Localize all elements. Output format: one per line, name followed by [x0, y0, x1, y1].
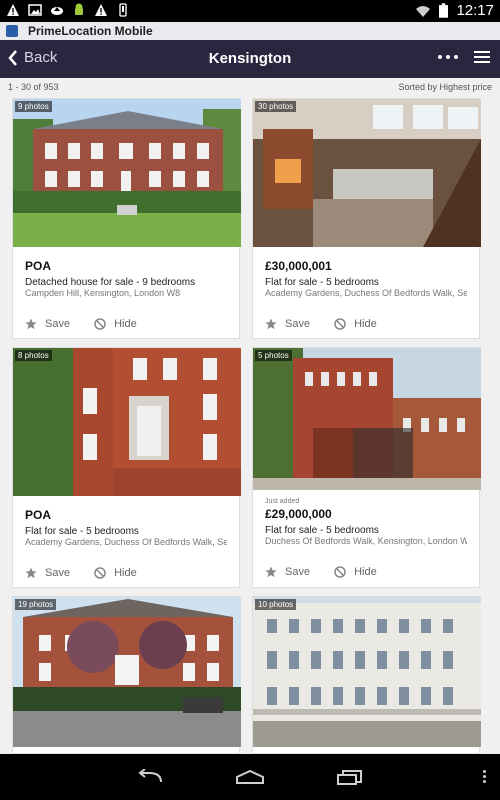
hide-button[interactable]: Hide: [94, 318, 137, 330]
system-nav-bar: [0, 754, 500, 800]
house-photo-image: [13, 99, 241, 247]
hide-label: Hide: [354, 566, 377, 578]
building-photo-image: [13, 348, 241, 496]
notification-icons: [6, 3, 130, 17]
hide-icon: [94, 318, 106, 330]
hide-label: Hide: [114, 318, 137, 330]
listing-type: Flat for sale - 5 bedrooms: [265, 525, 379, 536]
listing-photo[interactable]: 8 photos: [13, 348, 241, 496]
listing-card[interactable]: 5 photos Just added £29,000,000 Flat for…: [252, 347, 481, 588]
listing-price: £29,000,000: [265, 507, 332, 521]
listing-card[interactable]: 10 photos: [252, 596, 481, 754]
street-photo-image: [253, 348, 481, 490]
listing-price: £30,000,001: [265, 259, 332, 273]
just-added-label: Just added: [265, 498, 300, 505]
warning-icon: [95, 4, 107, 16]
listing-card[interactable]: 30 photos £30,000,001 Flat for sale - 5 …: [252, 98, 481, 339]
results-bar: 1 - 30 of 953 Sorted by Highest price: [0, 78, 500, 96]
app-title-bar: PrimeLocation Mobile: [0, 22, 500, 41]
listing-photo[interactable]: 19 photos: [13, 597, 241, 747]
hide-icon: [94, 567, 106, 579]
listing-address: Academy Gardens, Duchess Of Bedfords Wal…: [265, 288, 467, 298]
photo-count-badge: 5 photos: [255, 350, 292, 361]
hide-label: Hide: [114, 567, 137, 579]
hide-icon: [334, 566, 346, 578]
photo-count-badge: 10 photos: [255, 599, 297, 610]
app-logo-icon: [6, 25, 18, 37]
warning-icon: [7, 4, 19, 16]
listing-address: Academy Gardens, Duchess Of Bedfords Wal…: [25, 537, 227, 547]
save-label: Save: [285, 318, 311, 330]
clock: 12:17: [456, 2, 494, 19]
hamburger-menu-icon[interactable]: [474, 51, 490, 63]
listing-type: Flat for sale - 5 bedrooms: [25, 526, 139, 537]
nav-bar: Back Kensington: [0, 40, 500, 78]
save-label: Save: [285, 566, 311, 578]
app-title: PrimeLocation Mobile: [28, 24, 153, 38]
cloud-upload-icon: [51, 7, 63, 15]
building-photo-image: [253, 597, 481, 747]
house-photo-image: [13, 597, 241, 747]
listing-address: Campden Hill, Kensington, London W8: [25, 288, 181, 298]
star-icon: [25, 567, 37, 579]
save-button[interactable]: Save: [25, 567, 70, 579]
listing-photo[interactable]: 30 photos: [253, 99, 481, 247]
android-icon: [75, 3, 83, 15]
hide-label: Hide: [354, 318, 377, 330]
listing-address: Duchess Of Bedfords Walk, Kensington, Lo…: [265, 536, 467, 546]
photo-count-badge: 19 photos: [15, 599, 57, 610]
photo-count-badge: 30 photos: [255, 101, 297, 112]
save-label: Save: [45, 567, 71, 579]
listing-card[interactable]: 8 photos POA Flat for sale - 5 bedrooms …: [12, 347, 241, 588]
system-icons: 12:17: [415, 2, 494, 19]
star-icon: [25, 318, 37, 330]
listing-photo[interactable]: 5 photos: [253, 348, 481, 490]
recent-apps-icon[interactable]: [335, 769, 365, 785]
star-icon: [265, 566, 277, 578]
status-bar: 12:17: [0, 0, 500, 22]
hide-button[interactable]: Hide: [334, 566, 377, 578]
battery-icon: [439, 3, 449, 18]
listing-photo[interactable]: 9 photos: [13, 99, 241, 247]
back-nav-icon[interactable]: [135, 769, 165, 785]
usb-icon: [119, 3, 127, 17]
hide-button[interactable]: Hide: [94, 567, 137, 579]
listing-card[interactable]: 9 photos POA Detached house for sale - 9…: [12, 98, 241, 339]
image-icon: [28, 4, 42, 16]
listing-price: POA: [25, 259, 52, 273]
listing-card[interactable]: 19 photos: [12, 596, 241, 754]
save-button[interactable]: Save: [265, 566, 310, 578]
save-button[interactable]: Save: [25, 318, 70, 330]
listing-type: Flat for sale - 5 bedrooms: [265, 277, 379, 288]
photo-count-badge: 8 photos: [15, 350, 52, 361]
save-button[interactable]: Save: [265, 318, 310, 330]
star-icon: [265, 318, 277, 330]
interior-photo-image: [253, 99, 481, 247]
home-nav-icon[interactable]: [235, 769, 265, 785]
photo-count-badge: 9 photos: [15, 101, 52, 112]
page-title: Kensington: [208, 50, 292, 67]
more-dots-icon[interactable]: [438, 55, 458, 59]
save-label: Save: [45, 318, 71, 330]
overflow-menu-icon[interactable]: [483, 768, 486, 785]
listing-type: Detached house for sale - 9 bedrooms: [25, 277, 196, 288]
wifi-icon: [416, 5, 431, 17]
listing-photo[interactable]: 10 photos: [253, 597, 481, 747]
listing-price: POA: [25, 508, 52, 522]
hide-button[interactable]: Hide: [334, 318, 377, 330]
sort-label[interactable]: Sorted by Highest price: [398, 82, 492, 92]
result-count: 1 - 30 of 953: [8, 82, 59, 92]
hide-icon: [334, 318, 346, 330]
